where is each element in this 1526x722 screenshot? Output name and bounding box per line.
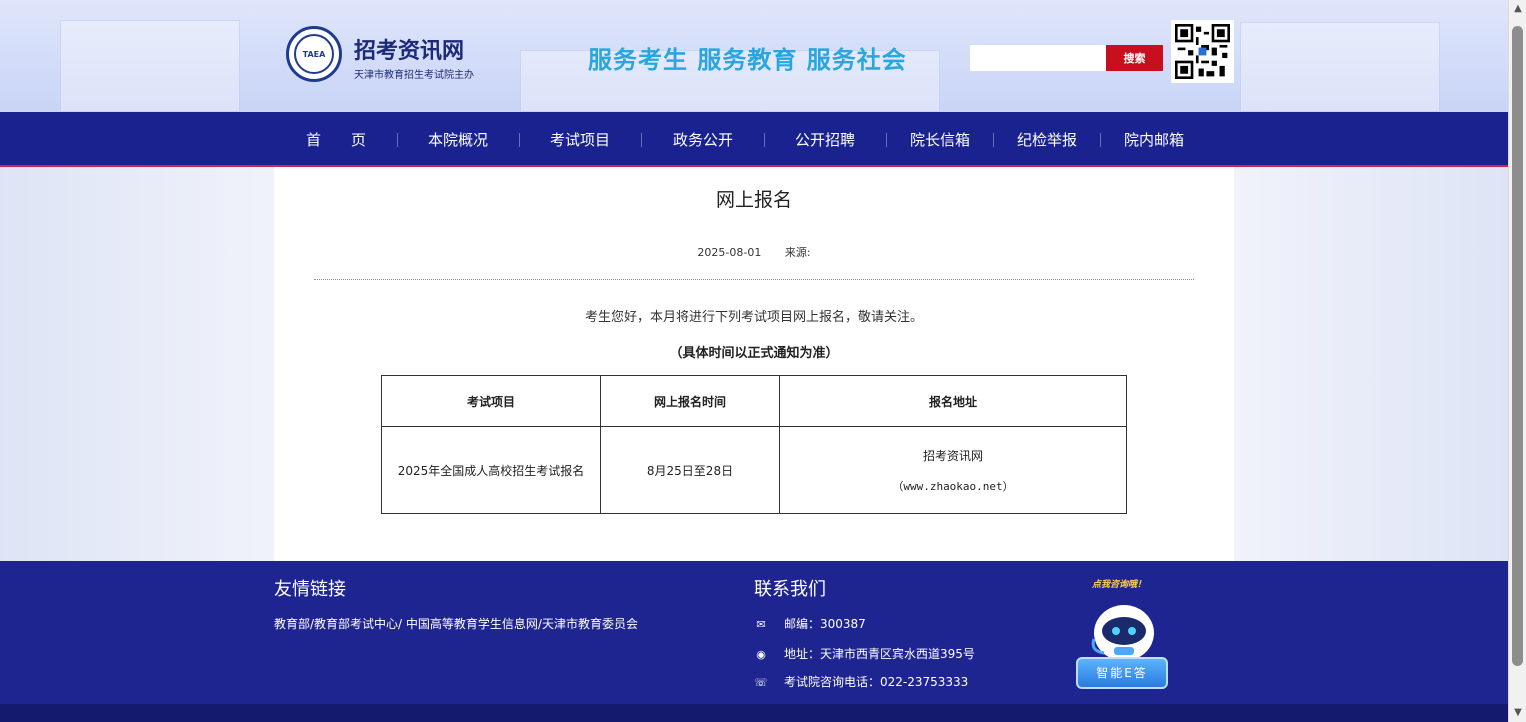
article-title: 网上报名 bbox=[715, 189, 792, 211]
location-icon: ◉ bbox=[756, 648, 766, 661]
header: TAEA 招考资讯网 天津市教育招生考试院主办 服务考生 服务教育 服务社会 搜… bbox=[0, 0, 1508, 112]
table-header-row: 考试项目 网上报名时间 报名地址 bbox=[381, 375, 1127, 427]
header-background-building bbox=[1240, 22, 1440, 112]
friend-links[interactable]: 教育部/教育部考试中心/ 中国高等教育学生信息网/天津市教育委员会 bbox=[274, 615, 638, 632]
article-source-label: 来源: bbox=[784, 246, 811, 259]
nav-item-home[interactable]: 首 页 bbox=[306, 129, 366, 150]
nav-separator bbox=[397, 133, 398, 147]
site-name[interactable]: 招考资讯网 bbox=[354, 33, 464, 65]
scroll-down-arrow-icon[interactable]: ▼ bbox=[1509, 706, 1526, 720]
nav-item-exams[interactable]: 考试项目 bbox=[550, 129, 610, 150]
contact-title: 联系我们 bbox=[754, 579, 826, 600]
nav-separator bbox=[519, 133, 520, 147]
article-intro: 考生您好，本月将进行下列考试项目网上报名，敬请关注。 bbox=[584, 310, 923, 325]
qr-code-icon bbox=[1171, 20, 1234, 83]
contact-address: ◉ 地址：天津市西青区宾水西道395号 bbox=[754, 645, 975, 662]
phone-icon: ☏ bbox=[754, 676, 768, 689]
slogan: 服务考生 服务教育 服务社会 bbox=[588, 45, 907, 74]
nav-separator bbox=[1100, 133, 1101, 147]
table-header-address: 报名地址 bbox=[779, 375, 1127, 427]
scroll-up-arrow-icon[interactable]: ▲ bbox=[1509, 2, 1526, 16]
article-date: 2025-08-01 bbox=[697, 246, 762, 259]
site-logo[interactable]: TAEA bbox=[286, 26, 342, 82]
contact-postcode-text: 邮编：300387 bbox=[784, 617, 866, 631]
contact-address-text: 地址：天津市西青区宾水西道395号 bbox=[784, 647, 975, 661]
contact-phone: ☏ 考试院咨询电话：022-23753333 bbox=[754, 673, 968, 690]
main-nav: 首 页 本院概况 考试项目 政务公开 公开招聘 院长信箱 纪检举报 院内邮箱 bbox=[0, 112, 1508, 167]
page: TAEA 招考资讯网 天津市教育招生考试院主办 服务考生 服务教育 服务社会 搜… bbox=[0, 0, 1508, 722]
exam-table: 考试项目 网上报名时间 报名地址 2025年全国成人高校招生考试报名 8月25日… bbox=[381, 375, 1127, 514]
smart-answer-button[interactable]: 智能E答 bbox=[1076, 657, 1168, 689]
table-header-project: 考试项目 bbox=[381, 375, 601, 427]
nav-separator bbox=[886, 133, 887, 147]
contact-postcode: ✉ 邮编：300387 bbox=[754, 615, 866, 632]
nav-separator bbox=[993, 133, 994, 147]
article-meta: 2025-08-01 来源: bbox=[274, 244, 1234, 260]
article-note: （具体时间以正式通知为准） bbox=[669, 346, 839, 361]
friend-links-title: 友情链接 bbox=[274, 579, 346, 600]
nav-item-president-mailbox[interactable]: 院长信箱 bbox=[910, 129, 970, 150]
table-cell-project: 2025年全国成人高校招生考试报名 bbox=[381, 426, 601, 514]
mail-icon: ✉ bbox=[756, 618, 766, 631]
table-header-time: 网上报名时间 bbox=[600, 375, 780, 427]
address-site-name: 招考资讯网 bbox=[922, 448, 983, 463]
logo-text: TAEA bbox=[302, 49, 326, 59]
scroll-thumb[interactable] bbox=[1512, 26, 1523, 666]
logo-emblem-icon: TAEA bbox=[294, 34, 334, 74]
article-panel: 网上报名 2025-08-01 来源: 考生您好，本月将进行下列考试项目网上报名… bbox=[274, 167, 1234, 561]
contact-phone-text: 考试院咨询电话：022-23753333 bbox=[784, 675, 969, 689]
search-input[interactable] bbox=[970, 45, 1106, 71]
header-background-building bbox=[60, 20, 240, 112]
nav-item-internal-mail[interactable]: 院内邮箱 bbox=[1124, 129, 1184, 150]
table-row: 2025年全国成人高校招生考试报名 8月25日至28日 招考资讯网 （www.z… bbox=[381, 426, 1127, 514]
address-url-link[interactable]: （www.zhaokao.net） bbox=[780, 478, 1126, 494]
footer-bottom-strip bbox=[0, 704, 1508, 722]
footer: 友情链接 教育部/教育部考试中心/ 中国高等教育学生信息网/天津市教育委员会 联… bbox=[0, 561, 1508, 704]
table-cell-time: 8月25日至28日 bbox=[600, 426, 780, 514]
nav-separator bbox=[641, 133, 642, 147]
nav-item-about[interactable]: 本院概况 bbox=[428, 129, 488, 150]
scrollbar[interactable]: ▲ ▼ bbox=[1508, 0, 1526, 722]
nav-item-discipline-report[interactable]: 纪检举报 bbox=[1017, 129, 1077, 150]
divider bbox=[314, 279, 1194, 280]
nav-item-recruitment[interactable]: 公开招聘 bbox=[795, 129, 855, 150]
robot-bubble: 点我咨询哦！ bbox=[1092, 580, 1147, 590]
search-button[interactable]: 搜索 bbox=[1106, 45, 1163, 71]
nav-separator bbox=[764, 133, 765, 147]
table-cell-address: 招考资讯网 （www.zhaokao.net） bbox=[779, 426, 1127, 514]
nav-item-government-affairs[interactable]: 政务公开 bbox=[673, 129, 733, 150]
site-subtitle: 天津市教育招生考试院主办 bbox=[354, 70, 474, 81]
